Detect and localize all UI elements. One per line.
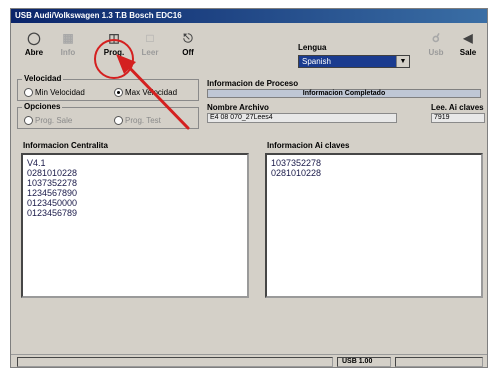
status-cell-extra	[395, 357, 483, 367]
exit-button[interactable]: ◀ Sale	[453, 29, 483, 69]
info-icon: ▦	[62, 31, 74, 45]
list-item: 1234567890	[27, 188, 78, 198]
list-item: 1037352278	[271, 158, 322, 168]
off-button[interactable]: ⎋ Off	[173, 29, 203, 69]
keys-field: 7919	[431, 113, 485, 123]
radio-prog-test[interactable]: Prog. Test	[114, 116, 161, 126]
off-button-label: Off	[182, 48, 194, 57]
usb-button[interactable]: ☌ Usb	[421, 29, 451, 69]
power-off-icon: ⎋	[183, 31, 193, 45]
bottom-area: USB 1.00	[11, 319, 487, 369]
filename-field: E4 08 070_27Lees4	[207, 113, 397, 123]
info-button[interactable]: ▦ Info	[53, 29, 83, 69]
list-item: V4.1	[27, 158, 46, 168]
radio-prog-sale[interactable]: Prog. Sale	[24, 116, 73, 126]
velocidad-title: Velocidad	[22, 74, 64, 83]
radio-prog-test-label: Prog. Test	[125, 116, 161, 125]
process-status-bar: Informacion Completado	[207, 89, 481, 98]
list-item: 1037352278	[27, 178, 78, 188]
radio-prog-test-indicator[interactable]	[114, 116, 123, 126]
toolbar: ◯ Abre ▦ Info ◫ Prog. □ Leer ⎋ Off Lengu…	[11, 23, 487, 79]
centralita-listbox[interactable]: V4.1 0281010228 1037352278 1234567890 01…	[21, 153, 249, 298]
keys-label: Lee. Ai claves	[431, 103, 484, 112]
list-item: 0123456789	[27, 208, 78, 218]
claves-listbox[interactable]: 1037352278 0281010228	[265, 153, 483, 298]
radio-max-velocidad[interactable]: Max Velocidad	[114, 88, 178, 98]
exit-button-label: Sale	[459, 48, 477, 57]
list-item: 0281010228	[27, 168, 78, 178]
filename-label: Nombre Archivo	[207, 103, 269, 112]
radio-prog-sale-label: Prog. Sale	[35, 116, 73, 125]
radio-min-label: Min Velocidad	[35, 88, 85, 97]
velocidad-group: Velocidad Min Velocidad Max Velocidad	[17, 74, 199, 101]
highlight-circle	[94, 39, 134, 79]
open-button[interactable]: ◯ Abre	[19, 29, 49, 69]
usb-button-label: Usb	[428, 48, 444, 57]
language-value: Spanish	[302, 57, 331, 66]
claves-label: Informacion Ai claves	[267, 141, 350, 150]
radio-min-velocidad[interactable]: Min Velocidad	[24, 88, 85, 98]
read-button-label: Leer	[141, 48, 159, 57]
open-icon: ◯	[27, 31, 41, 45]
chevron-down-icon[interactable]: ▼	[396, 56, 409, 67]
read-icon: □	[146, 31, 154, 45]
info-button-label: Info	[60, 48, 76, 57]
open-button-label: Abre	[24, 48, 44, 57]
centralita-label: Informacion Centralita	[23, 141, 108, 150]
radio-prog-sale-indicator[interactable]	[24, 116, 33, 126]
list-item: 0281010228	[271, 168, 322, 178]
usb-icon: ☌	[431, 31, 441, 45]
language-select[interactable]: Spanish ▼	[298, 55, 410, 68]
language-label: Lengua	[298, 43, 327, 52]
opciones-group: Opciones Prog. Sale Prog. Test	[17, 102, 199, 129]
radio-max-indicator[interactable]	[114, 88, 123, 98]
status-cell-main	[17, 357, 333, 367]
status-bar: USB 1.00	[11, 354, 487, 369]
list-item: 0123450000	[27, 198, 78, 208]
exit-icon: ◀	[463, 31, 473, 45]
opciones-title: Opciones	[22, 102, 63, 111]
radio-min-indicator[interactable]	[24, 88, 33, 98]
main-window: USB Audi/Volkswagen 1.3 T.B Bosch EDC16 …	[10, 8, 488, 368]
window-title: USB Audi/Volkswagen 1.3 T.B Bosch EDC16	[11, 9, 487, 23]
status-cell-usb: USB 1.00	[337, 357, 391, 367]
read-button[interactable]: □ Leer	[135, 29, 165, 69]
proceso-label: Informacion de Proceso	[207, 79, 299, 88]
radio-max-label: Max Velocidad	[125, 88, 178, 97]
